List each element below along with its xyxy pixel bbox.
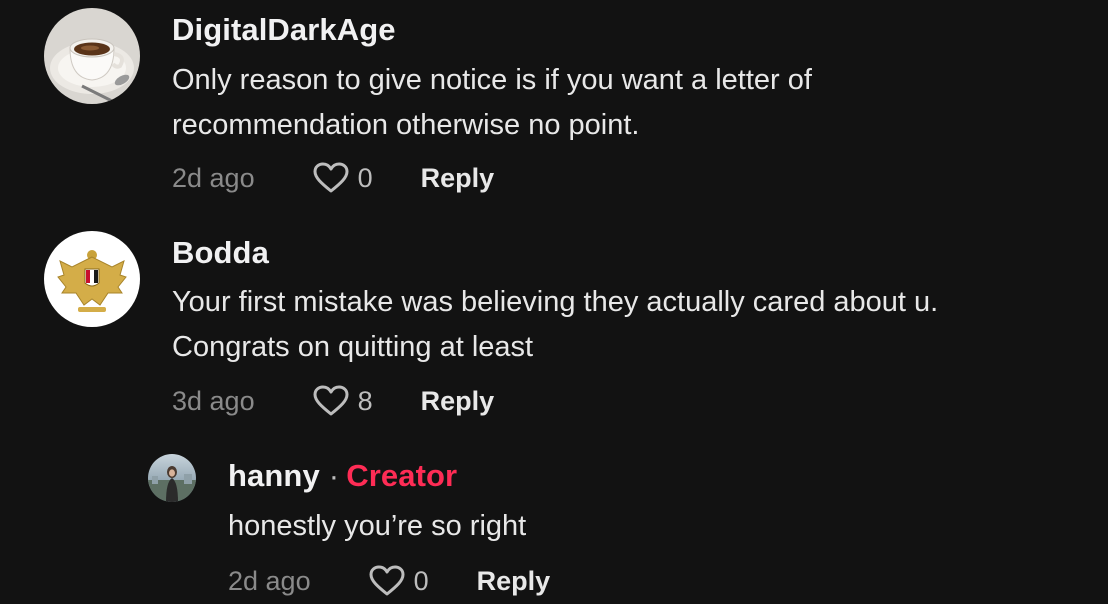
like-count: 0 xyxy=(357,162,373,193)
comment-text: Only reason to give notice is if you wan… xyxy=(172,58,812,148)
comment-time: 3d ago xyxy=(172,385,255,416)
comment-text-line: Congrats on quitting at least xyxy=(172,331,534,363)
reply-username: hanny · Creator xyxy=(228,458,457,494)
coffee-cup-avatar[interactable] xyxy=(44,8,140,104)
comment-username[interactable]: Bodda xyxy=(172,235,269,271)
reply-username-text[interactable]: hanny xyxy=(228,458,320,493)
creator-badge: Creator xyxy=(346,458,458,493)
like-button[interactable]: 0 xyxy=(369,565,429,597)
separator-dot: · xyxy=(328,458,340,493)
comment-text-line: Your first mistake was believing they ac… xyxy=(172,286,939,318)
reply-button[interactable]: Reply xyxy=(421,163,495,194)
heart-outline-icon[interactable] xyxy=(313,385,349,417)
comment-item: DigitalDarkAge Only reason to give notic… xyxy=(0,0,1108,220)
reply-item: hanny · Creator honestly you’re so right 2… xyxy=(0,446,1108,604)
comment-item: Bodda Your first mistake was believing t… xyxy=(0,222,1108,442)
person-photo-avatar[interactable] xyxy=(148,454,196,502)
like-button[interactable]: 8 xyxy=(313,385,373,417)
reply-time: 2d ago xyxy=(228,565,311,596)
comment-time: 2d ago xyxy=(172,162,255,193)
heart-outline-icon[interactable] xyxy=(313,162,349,194)
reply-button[interactable]: Reply xyxy=(421,386,495,417)
comment-text-line: Only reason to give notice is if you wan… xyxy=(172,64,812,96)
comment-text: Your first mistake was believing they ac… xyxy=(172,280,938,370)
reply-meta: 2d ago 0 Reply xyxy=(228,561,550,601)
comment-meta: 2d ago 0 Reply xyxy=(172,158,494,198)
comment-meta: 3d ago 8 Reply xyxy=(172,381,494,421)
like-count: 8 xyxy=(357,385,373,416)
like-count: 0 xyxy=(413,565,429,596)
like-button[interactable]: 0 xyxy=(313,162,373,194)
reply-text: honestly you’re so right xyxy=(228,510,527,542)
heart-outline-icon[interactable] xyxy=(369,565,405,597)
comment-username[interactable]: DigitalDarkAge xyxy=(172,12,396,48)
reply-button[interactable]: Reply xyxy=(477,566,551,597)
comment-text-line: recommendation otherwise no point. xyxy=(172,109,640,141)
eagle-emblem-avatar[interactable] xyxy=(44,231,140,327)
